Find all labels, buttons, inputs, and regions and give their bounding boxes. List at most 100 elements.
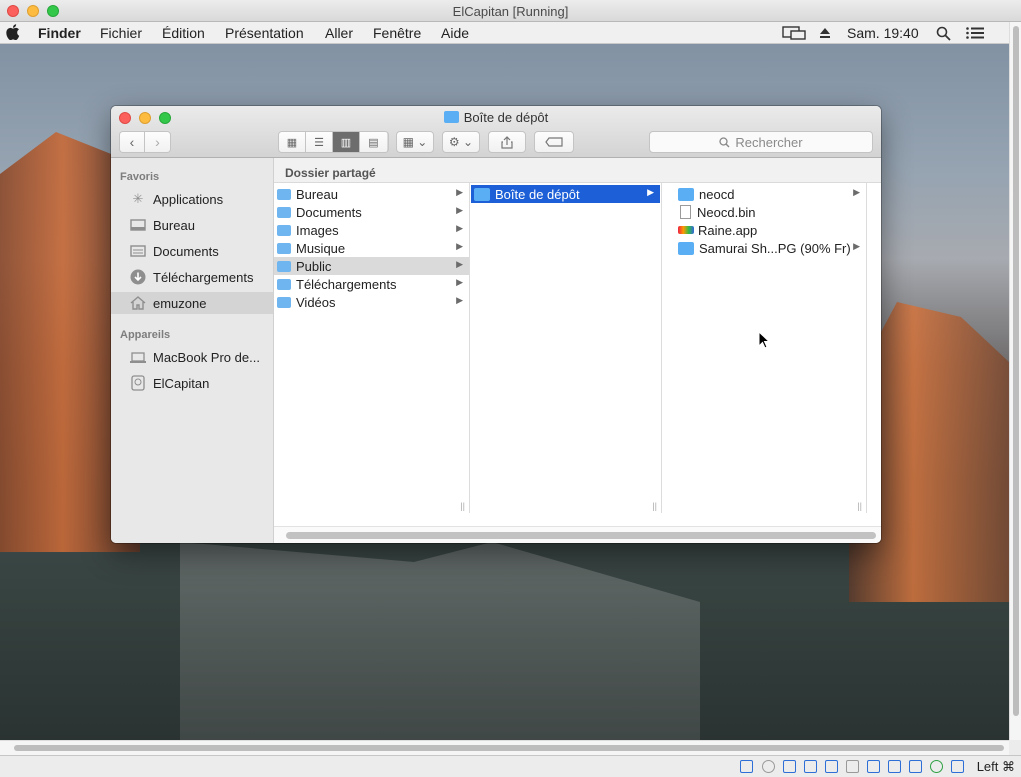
network-icon[interactable] xyxy=(804,760,817,773)
column-row-telechargements[interactable]: Téléchargements ▶ xyxy=(274,275,469,293)
apple-menu-icon[interactable] xyxy=(6,24,20,40)
column-resize-handle[interactable]: || xyxy=(857,501,862,511)
scrollbar-thumb[interactable] xyxy=(286,532,876,539)
sidebar-item-label: emuzone xyxy=(153,295,207,311)
column-row-bureau[interactable]: Bureau ▶ xyxy=(274,185,469,203)
row-label: Boîte de dépôt xyxy=(495,186,580,202)
video-capture-icon[interactable] xyxy=(888,760,901,773)
column-row-raine-app[interactable]: Raine.app xyxy=(675,221,866,239)
arrange-icon: ▦ ⌄ xyxy=(402,135,428,149)
folder-icon xyxy=(443,111,459,123)
display-icon[interactable] xyxy=(867,760,880,773)
mouse-integration-icon[interactable] xyxy=(951,760,964,773)
menu-fenetre[interactable]: Fenêtre xyxy=(373,25,421,41)
menu-app-name[interactable]: Finder xyxy=(38,25,81,41)
eject-icon[interactable] xyxy=(819,27,831,39)
host-horizontal-scrollbar[interactable] xyxy=(0,740,1009,755)
row-label: Samurai Sh...PG (90% Fr) xyxy=(699,240,851,256)
finder-horizontal-scrollbar[interactable] xyxy=(274,526,881,543)
usb-icon[interactable] xyxy=(825,760,838,773)
menu-aller[interactable]: Aller xyxy=(325,25,353,41)
sidebar-item-label: MacBook Pro de... xyxy=(153,349,260,365)
menubar-clock[interactable]: Sam. 19:40 xyxy=(847,25,919,41)
arrange-button[interactable]: ▦ ⌄ xyxy=(396,131,434,153)
sidebar-item-macbook[interactable]: MacBook Pro de... xyxy=(111,346,273,368)
column-row-neocd-bin[interactable]: Neocd.bin xyxy=(675,203,866,221)
icon-view-button[interactable]: ▦ xyxy=(279,132,306,152)
wallpaper-rock xyxy=(180,542,700,740)
column-row-videos[interactable]: Vidéos ▶ xyxy=(274,293,469,311)
sidebar-item-elcapitan[interactable]: ElCapitan xyxy=(111,372,273,394)
column-view-button[interactable]: ▥ xyxy=(333,132,360,152)
sidebar-item-label: Téléchargements xyxy=(153,269,254,285)
coverflow-view-button[interactable]: ▤ xyxy=(360,132,387,152)
action-button[interactable]: ⚙ ⌄ xyxy=(442,131,480,153)
share-icon xyxy=(501,135,513,149)
row-label: Documents xyxy=(296,204,362,220)
column-row-documents[interactable]: Documents ▶ xyxy=(274,203,469,221)
sidebar-item-label: Bureau xyxy=(153,217,195,233)
sidebar-item-label: Applications xyxy=(153,191,224,207)
row-label: Neocd.bin xyxy=(697,204,756,220)
spotlight-search-icon[interactable] xyxy=(936,26,951,41)
vrdp-icon[interactable] xyxy=(930,760,943,773)
sidebar-item-bureau[interactable]: Bureau xyxy=(111,214,273,236)
search-placeholder: Rechercher xyxy=(735,134,803,150)
optical-drive-icon[interactable] xyxy=(762,760,775,773)
share-button[interactable] xyxy=(488,131,526,153)
tag-icon xyxy=(545,137,563,147)
menu-fichier[interactable]: Fichier xyxy=(100,25,142,41)
laptop-icon xyxy=(129,349,147,365)
disclosure-arrow-icon: ▶ xyxy=(456,259,463,269)
scrollbar-thumb[interactable] xyxy=(14,745,1004,751)
row-label: Raine.app xyxy=(698,222,758,238)
host-key-label: Left ⌘ xyxy=(976,759,1015,774)
sidebar-item-documents[interactable]: Documents xyxy=(111,240,273,262)
tags-button[interactable] xyxy=(534,131,574,153)
applications-icon: ✳ xyxy=(132,191,144,206)
column-row-public[interactable]: Public ▶ xyxy=(274,257,469,275)
host-vertical-scrollbar[interactable] xyxy=(1009,22,1021,740)
finder-title-text: Boîte de dépôt xyxy=(463,110,549,125)
hard-disk-icon[interactable] xyxy=(740,760,753,773)
sidebar-item-emuzone[interactable]: emuzone xyxy=(111,292,273,314)
sidebar-item-telechargements[interactable]: Téléchargements xyxy=(111,266,273,288)
menu-aide[interactable]: Aide xyxy=(441,25,469,41)
host-window-titlebar: ElCapitan [Running] xyxy=(0,0,1021,22)
view-mode-buttons: ▦ ☰ ▥ ▤ xyxy=(278,131,389,153)
column-resize-handle[interactable]: || xyxy=(460,501,465,511)
column-row-boite-de-depot[interactable]: Boîte de dépôt ▶ xyxy=(471,185,660,203)
column-row-neocd[interactable]: neocd ▶ xyxy=(675,185,866,203)
audio-icon[interactable] xyxy=(783,760,796,773)
shared-folders-icon[interactable] xyxy=(846,760,859,773)
favorites-header: Favoris xyxy=(120,171,160,183)
menu-presentation[interactable]: Présentation xyxy=(225,25,304,41)
disclosure-arrow-icon: ▶ xyxy=(647,187,654,197)
menu-edition[interactable]: Édition xyxy=(162,25,205,41)
notification-center-icon[interactable] xyxy=(966,27,984,39)
back-button[interactable]: ‹ xyxy=(120,132,145,152)
menu-bar: Finder Fichier Édition Présentation Alle… xyxy=(0,22,1009,44)
devices-header: Appareils xyxy=(120,329,171,341)
column-row-musique[interactable]: Musique ▶ xyxy=(274,239,469,257)
folder-icon xyxy=(277,296,291,308)
list-view-button[interactable]: ☰ xyxy=(306,132,333,152)
back-forward-buttons: ‹ › xyxy=(119,131,171,153)
disclosure-arrow-icon: ▶ xyxy=(456,241,463,251)
column-resize-handle[interactable]: || xyxy=(652,501,657,511)
folder-icon xyxy=(678,241,694,255)
sidebar-item-label: ElCapitan xyxy=(153,375,210,391)
search-field[interactable]: Rechercher xyxy=(649,131,873,153)
row-label: Téléchargements xyxy=(296,276,397,292)
browser-column-3: neocd ▶ Neocd.bin Raine.app Samurai Sh...… xyxy=(675,183,867,513)
browser-column-1: Bureau ▶ Documents ▶ Images ▶ Musique ▶ Publ… xyxy=(274,183,470,513)
sidebar-item-applications[interactable]: ✳ Applications xyxy=(111,188,273,210)
finder-toolbar: Boîte de dépôt ‹ › ▦ ☰ ▥ ▤ ▦ ⌄ ⚙ ⌄ Reche… xyxy=(111,106,881,158)
display-mirroring-icon[interactable] xyxy=(782,26,806,40)
scrollbar-thumb[interactable] xyxy=(1013,26,1019,716)
column-row-samurai[interactable]: Samurai Sh...PG (90% Fr) ▶ xyxy=(675,239,866,257)
host-status-bar: Left ⌘ xyxy=(0,755,1021,777)
forward-button[interactable]: › xyxy=(145,132,170,152)
cpu-icon[interactable] xyxy=(909,760,922,773)
column-row-images[interactable]: Images ▶ xyxy=(274,221,469,239)
